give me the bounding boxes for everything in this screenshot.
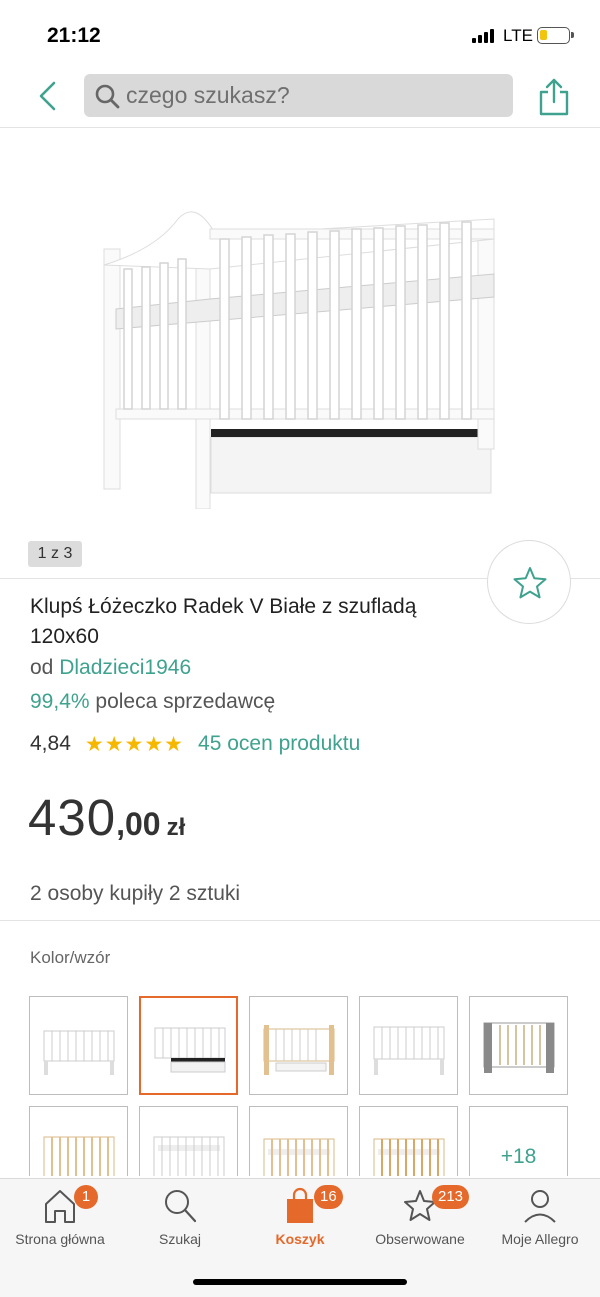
crib-thumbnail: [43, 1030, 115, 1075]
status-bar: 21:12 LTE: [0, 0, 600, 70]
seller-line: od Dladzieci1946: [30, 656, 191, 680]
search-icon: [165, 1190, 197, 1223]
variant-thumb[interactable]: [29, 1106, 128, 1176]
tab-account-label: Moje Allegro: [501, 1231, 579, 1247]
variant-thumb-selected[interactable]: [139, 996, 238, 1095]
star-outline-icon: [513, 567, 547, 599]
variant-thumb[interactable]: [29, 996, 128, 1095]
crib-thumbnail: [263, 1025, 335, 1075]
divider: [0, 920, 600, 921]
search-input[interactable]: [126, 74, 506, 117]
purchase-count: 2 osoby kupiły 2 sztuki: [30, 882, 241, 905]
product-price: 430,00 zł: [28, 788, 185, 847]
variant-thumb[interactable]: [359, 996, 458, 1095]
battery-icon: [537, 27, 574, 44]
recommend-percent: 99,4%: [30, 690, 90, 713]
tab-account[interactable]: Moje Allegro: [480, 1179, 600, 1259]
home-badge: 1: [74, 1185, 98, 1209]
variant-grid: +18: [29, 996, 569, 1176]
status-time: 21:12: [47, 24, 101, 47]
seller-prefix: od: [30, 656, 54, 679]
tab-cart[interactable]: 16 Koszyk: [240, 1179, 360, 1259]
price-currency: zł: [166, 814, 186, 841]
variant-thumb[interactable]: [139, 1106, 238, 1176]
tab-cart-label: Koszyk: [275, 1231, 325, 1247]
crib-thumbnail: [373, 1026, 445, 1075]
user-icon: [524, 1190, 556, 1223]
crib-thumbnail: [263, 1138, 335, 1176]
crib-thumbnail: [373, 1138, 445, 1176]
share-icon[interactable]: [536, 77, 572, 117]
product-rating[interactable]: 4,84 ★★★★★ 45 ocen produktu: [30, 731, 360, 757]
product-gallery[interactable]: 1 z 3: [0, 129, 600, 578]
home-indicator[interactable]: [193, 1279, 407, 1285]
search-icon: [95, 84, 120, 109]
product-image: [103, 211, 495, 509]
more-variants-label: +18: [500, 1145, 537, 1168]
tab-home-label: Strona główna: [15, 1231, 105, 1247]
product-title: Klupś Łóżeczko Radek V Białe z szufladą …: [30, 595, 417, 648]
more-variants-button[interactable]: +18: [469, 1106, 568, 1176]
tab-watched[interactable]: 213 Obserwowane: [360, 1179, 480, 1259]
tab-search-label: Szukaj: [158, 1231, 202, 1247]
back-arrow-icon[interactable]: [34, 80, 64, 112]
watched-badge: 213: [432, 1185, 470, 1209]
rating-stars-icon: ★★★★★: [84, 732, 185, 756]
search-header: [0, 70, 600, 128]
crib-thumbnail: [483, 1022, 555, 1073]
signal-icon: [472, 29, 496, 43]
shopping-bag-icon: [287, 1187, 313, 1223]
image-counter: 1 z 3: [28, 541, 82, 567]
price-integer: 430: [28, 789, 117, 846]
rating-value: 4,84: [30, 732, 71, 755]
crib-thumbnail: [154, 1027, 226, 1073]
tab-home[interactable]: 1 Strona główna: [0, 1179, 120, 1259]
tab-watched-label: Obserwowane: [375, 1231, 465, 1247]
search-bar[interactable]: [84, 74, 513, 117]
home-icon: [45, 1190, 75, 1223]
recommend-text: poleca sprzedawcę: [95, 690, 276, 713]
variant-thumb[interactable]: [359, 1106, 458, 1176]
cart-badge: 16: [314, 1185, 343, 1209]
crib-thumbnail: [153, 1136, 225, 1176]
variant-label: Kolor/wzór: [30, 948, 111, 967]
variant-thumb[interactable]: [469, 996, 568, 1095]
price-decimal: ,00: [116, 806, 161, 842]
watch-button[interactable]: [487, 540, 571, 624]
rating-count-link[interactable]: 45 ocen produktu: [198, 732, 360, 756]
seller-recommendation: 99,4% poleca sprzedawcę: [30, 690, 275, 714]
network-label: LTE: [503, 26, 533, 45]
variant-thumb[interactable]: [249, 1106, 348, 1176]
tab-search[interactable]: Szukaj: [120, 1179, 240, 1259]
seller-link[interactable]: Dladzieci1946: [59, 656, 191, 679]
crib-thumbnail: [43, 1136, 115, 1176]
variant-thumb[interactable]: [249, 996, 348, 1095]
